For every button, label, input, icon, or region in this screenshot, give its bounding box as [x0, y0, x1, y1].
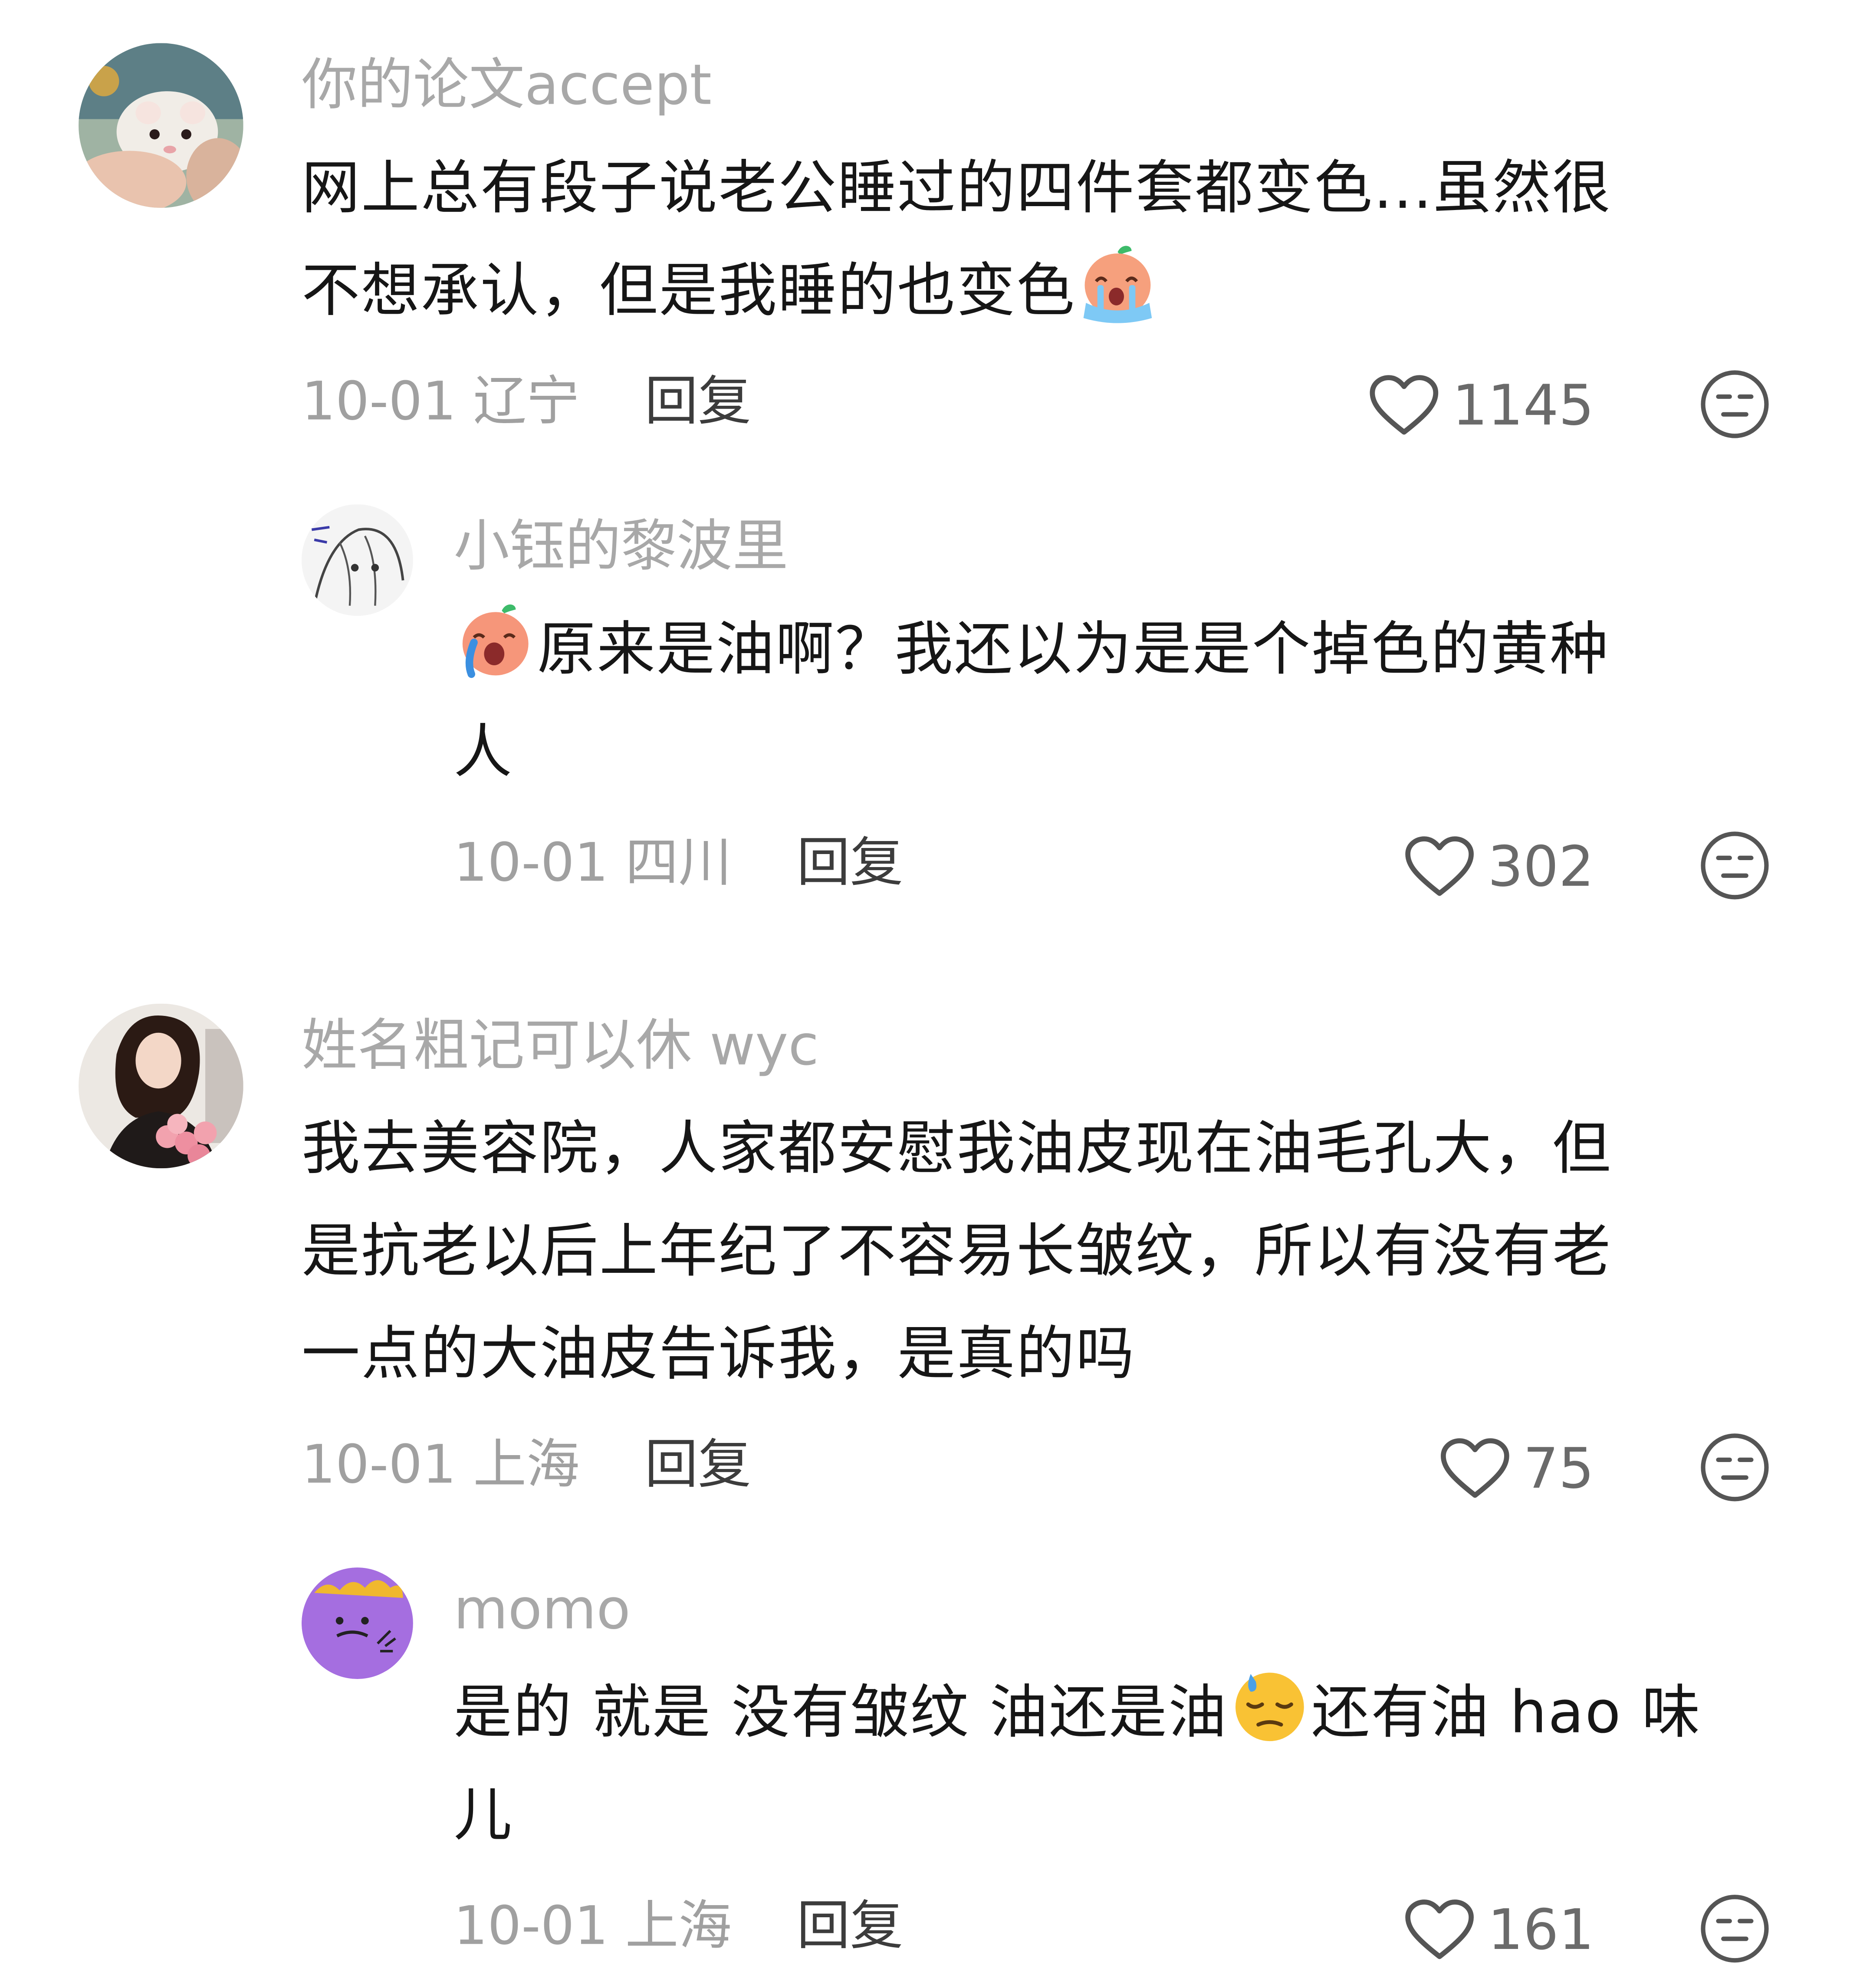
username[interactable]: 小钰的黎波里	[453, 509, 788, 585]
heart-outline-icon	[1369, 374, 1440, 437]
comment-location: 上海	[473, 1433, 580, 1495]
avatar[interactable]	[301, 504, 413, 616]
comment-date: 10-01	[301, 1433, 457, 1495]
downcast-sweat-emoji	[1228, 1661, 1311, 1745]
like-button[interactable]: 302	[1404, 829, 1594, 905]
username[interactable]: 你的论文accept	[302, 48, 712, 124]
unamused-face-icon[interactable]	[1699, 369, 1771, 440]
comment-date: 10-01	[453, 1894, 608, 1957]
heart-outline-icon	[1404, 835, 1475, 898]
comment-text-segment: 还有油 hao 味	[1311, 1678, 1702, 1746]
crying-peach-emoji	[1076, 240, 1160, 323]
unamused-face-icon[interactable]	[1699, 1432, 1771, 1503]
comment-text-line: 是的 就是 没有皱纹 油还是油 还有油 hao 味	[453, 1661, 1797, 1764]
crying-peach-emoji	[453, 598, 537, 682]
like-count: 161	[1488, 1897, 1594, 1962]
comment-text-line: 不想承认，但是我睡的也变色	[302, 240, 1746, 342]
like-button[interactable]: 75	[1439, 1431, 1594, 1507]
comment-text-line: 一点的大油皮告诉我，是真的吗	[301, 1319, 1136, 1388]
avatar[interactable]	[301, 1567, 413, 1679]
like-button[interactable]: 161	[1404, 1892, 1594, 1968]
like-count: 1145	[1452, 373, 1594, 438]
comment-text-segment: 不想承认，但是我睡的也变色	[301, 256, 1076, 325]
avatar[interactable]	[79, 1003, 243, 1169]
comment-meta: 10-01 辽宁 回复	[302, 364, 751, 440]
reply-button[interactable]: 回复	[645, 370, 751, 432]
comment-date: 10-01	[301, 370, 457, 432]
comment-text-segment: 原来是油啊？我还以为是是个掉色的黄种	[537, 614, 1610, 683]
username[interactable]: momo	[453, 1573, 631, 1649]
comment-text: 是的 就是 没有皱纹 油还是油 还有油 hao 味 儿	[453, 1661, 1797, 1866]
comment-text-segment: 是的 就是 没有皱纹 油还是油	[453, 1678, 1228, 1746]
comment-text: 我去美容院，人家都安慰我油皮现在油毛孔大，但 是抗老以后上年纪了不容易长皱纹，所…	[302, 1098, 1771, 1406]
comment-location: 辽宁	[473, 370, 580, 432]
like-count: 302	[1488, 834, 1594, 899]
comment-thread: 你的论文accept 网上总有段子说老公睡过的四件套都变色...虽然很 不想承认…	[0, 0, 1850, 1988]
comment-location: 上海	[625, 1894, 732, 1957]
heart-outline-icon	[1439, 1437, 1511, 1500]
reply-button[interactable]: 回复	[797, 831, 903, 894]
reply-button[interactable]: 回复	[797, 1894, 903, 1956]
unamused-face-icon[interactable]	[1699, 1893, 1771, 1964]
comment-text: 网上总有段子说老公睡过的四件套都变色...虽然很 不想承认，但是我睡的也变色	[302, 137, 1746, 342]
comment-text-line: 我去美容院，人家都安慰我油皮现在油毛孔大，但	[301, 1114, 1612, 1183]
unamused-face-icon[interactable]	[1699, 830, 1771, 901]
comment-location: 四川	[625, 831, 732, 894]
like-count: 75	[1523, 1436, 1594, 1501]
comment-text: 原来是油啊？我还以为是是个掉色的黄种 人	[453, 598, 1771, 803]
comment-date: 10-01	[453, 831, 608, 894]
like-button[interactable]: 1145	[1369, 368, 1594, 444]
comment-text-line: 儿	[453, 1780, 513, 1849]
comment-text-line: 原来是油啊？我还以为是是个掉色的黄种	[453, 598, 1771, 701]
heart-outline-icon	[1404, 1898, 1475, 1962]
comment-meta: 10-01 上海 回复	[453, 1888, 903, 1964]
reply-button[interactable]: 回复	[645, 1433, 751, 1495]
username[interactable]: 姓名粗记可以休 wyc	[302, 1009, 819, 1084]
avatar[interactable]	[79, 43, 243, 208]
comment-meta: 10-01 四川 回复	[453, 825, 903, 901]
comment-text-line: 网上总有段子说老公睡过的四件套都变色...虽然很	[301, 153, 1612, 222]
comment-meta: 10-01 上海 回复	[302, 1427, 751, 1503]
comment-text-line: 人	[453, 717, 513, 786]
comment-text-line: 是抗老以后上年纪了不容易长皱纹，所以有没有老	[301, 1216, 1612, 1285]
